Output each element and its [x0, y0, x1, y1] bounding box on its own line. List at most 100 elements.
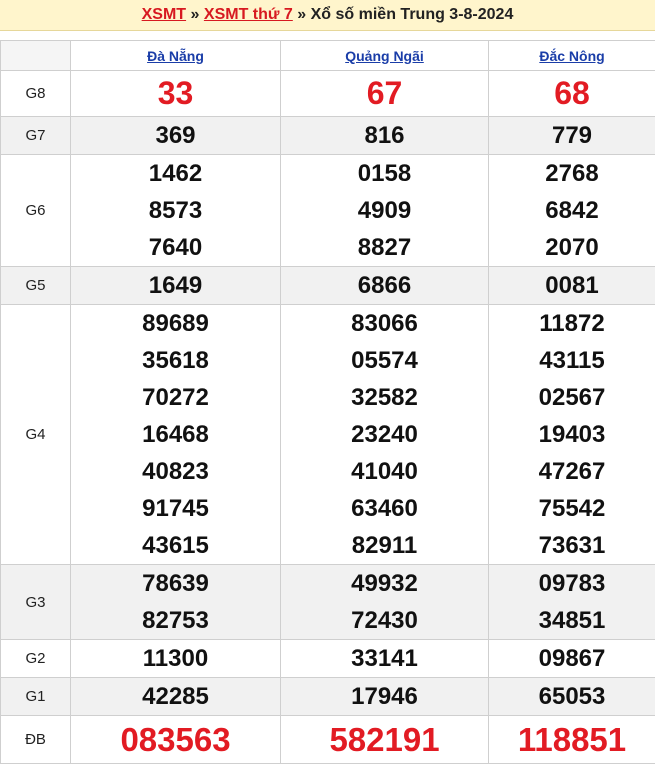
prize-label: G6 [0, 154, 71, 267]
prize-rows: G8 33 67 68 G7 369 816 779 G6 1462 8573 7640 0158 490… [0, 70, 655, 764]
result-number: 63460 [351, 495, 418, 522]
result-cell: 816 [280, 116, 489, 155]
result-number: 8573 [148, 197, 203, 224]
result-number: 72430 [351, 607, 418, 634]
prize-row-g6: G6 1462 8573 7640 0158 4909 8827 2768 6842 2070 [0, 154, 655, 267]
prize-row-đb: ĐB 083563 582191 118851 [0, 715, 655, 764]
result-number: 2768 [545, 160, 599, 187]
result-number: 6866 [357, 272, 412, 299]
province-link-da-nang[interactable]: Đà Nẵng [147, 48, 204, 64]
prize-row-g1: G1 42285 17946 65053 [0, 677, 655, 716]
result-number: 02567 [538, 384, 606, 411]
result-cell: 0081 [488, 266, 655, 305]
prize-row-g8: G8 33 67 68 [0, 70, 655, 117]
result-number: 78639 [142, 570, 209, 597]
result-number: 6842 [545, 197, 599, 224]
result-cell: 11872 43115 02567 19403 47267 75542 73631 [488, 304, 655, 565]
result-cell: 33 [70, 70, 281, 117]
prize-label: G2 [0, 639, 71, 678]
header-corner-cell [0, 40, 71, 71]
result-cell: 17946 [280, 677, 489, 716]
result-number: 89689 [142, 310, 209, 337]
result-number: 32582 [351, 384, 418, 411]
prize-label: G1 [0, 677, 71, 716]
result-number: 11300 [142, 645, 209, 672]
result-number: 34851 [538, 607, 606, 634]
result-number: 33141 [351, 645, 418, 672]
result-number: 83066 [351, 310, 418, 337]
prize-row-g4: G4 89689 35618 70272 16468 40823 91745 43615 830… [0, 304, 655, 565]
result-cell: 67 [280, 70, 489, 117]
breadcrumb-separator: » [297, 6, 307, 23]
result-cell: 582191 [280, 715, 489, 764]
result-number: 19403 [538, 421, 606, 448]
xsmt-link[interactable]: XSMT [142, 6, 186, 23]
result-number: 11872 [539, 310, 605, 337]
result-cell: 09783 34851 [488, 564, 655, 640]
result-number: 16468 [142, 421, 209, 448]
prize-row-g2: G2 11300 33141 09867 [0, 639, 655, 678]
result-number: 75542 [538, 495, 606, 522]
result-number: 68 [554, 75, 590, 111]
result-number: 2070 [545, 234, 599, 261]
result-cell: 0158 4909 8827 [280, 154, 489, 267]
result-cell: 33141 [280, 639, 489, 678]
xsmt-thu7-link[interactable]: XSMT thứ 7 [204, 6, 293, 23]
result-cell: 11300 [70, 639, 281, 678]
province-link-dac-nong[interactable]: Đắc Nông [539, 48, 604, 64]
page-title: Xổ số miền Trung 3-8-2024 [310, 6, 514, 23]
result-number: 118851 [517, 721, 627, 758]
result-cell: 49932 72430 [280, 564, 489, 640]
result-number: 1649 [148, 272, 203, 299]
result-cell: 1462 8573 7640 [70, 154, 281, 267]
result-number: 09867 [538, 645, 606, 672]
result-number: 17946 [351, 683, 418, 710]
result-number: 40823 [142, 458, 209, 485]
result-number: 33 [157, 75, 194, 111]
result-number: 23240 [351, 421, 418, 448]
result-number: 43615 [142, 532, 209, 559]
result-cell: 6866 [280, 266, 489, 305]
province-header: Quảng Ngãi [280, 40, 489, 71]
result-cell: 118851 [488, 715, 655, 764]
result-cell: 1649 [70, 266, 281, 305]
prize-label: G8 [0, 70, 71, 117]
province-header: Đắc Nông [488, 40, 655, 71]
province-header: Đà Nẵng [70, 40, 281, 71]
province-link-quang-ngai[interactable]: Quảng Ngãi [345, 48, 424, 64]
result-number: 67 [366, 75, 403, 111]
result-number: 42285 [142, 683, 209, 710]
result-number: 43115 [539, 347, 605, 374]
result-cell: 42285 [70, 677, 281, 716]
result-number: 73631 [538, 532, 606, 559]
prize-label: G3 [0, 564, 71, 640]
breadcrumb-separator: » [190, 6, 200, 23]
results-table: Đà Nẵng Quảng Ngãi Đắc Nông G8 33 67 68 G7 36… [0, 40, 655, 764]
result-number: 49932 [351, 570, 418, 597]
result-number: 4909 [357, 197, 412, 224]
result-cell: 83066 05574 32582 23240 41040 63460 82911 [280, 304, 489, 565]
prize-label: ĐB [0, 715, 71, 764]
prize-row-g7: G7 369 816 779 [0, 116, 655, 155]
breadcrumb-title: XSMT » XSMT thứ 7 » Xổ số miền Trung 3-8… [0, 0, 655, 31]
result-number: 82753 [142, 607, 209, 634]
result-number: 70272 [142, 384, 209, 411]
result-number: 369 [155, 122, 196, 149]
result-number: 41040 [351, 458, 418, 485]
result-number: 65053 [538, 683, 606, 710]
result-number: 083563 [120, 721, 231, 758]
result-cell: 083563 [70, 715, 281, 764]
result-cell: 369 [70, 116, 281, 155]
result-cell: 2768 6842 2070 [488, 154, 655, 267]
prize-label: G7 [0, 116, 71, 155]
result-number: 1462 [148, 160, 203, 187]
result-cell: 779 [488, 116, 655, 155]
province-header-row: Đà Nẵng Quảng Ngãi Đắc Nông [0, 40, 655, 71]
result-number: 779 [551, 122, 593, 149]
prize-label: G5 [0, 266, 71, 305]
result-number: 91745 [142, 495, 209, 522]
result-number: 82911 [351, 532, 418, 559]
result-cell: 78639 82753 [70, 564, 281, 640]
result-number: 09783 [538, 570, 606, 597]
result-number: 0158 [357, 160, 412, 187]
